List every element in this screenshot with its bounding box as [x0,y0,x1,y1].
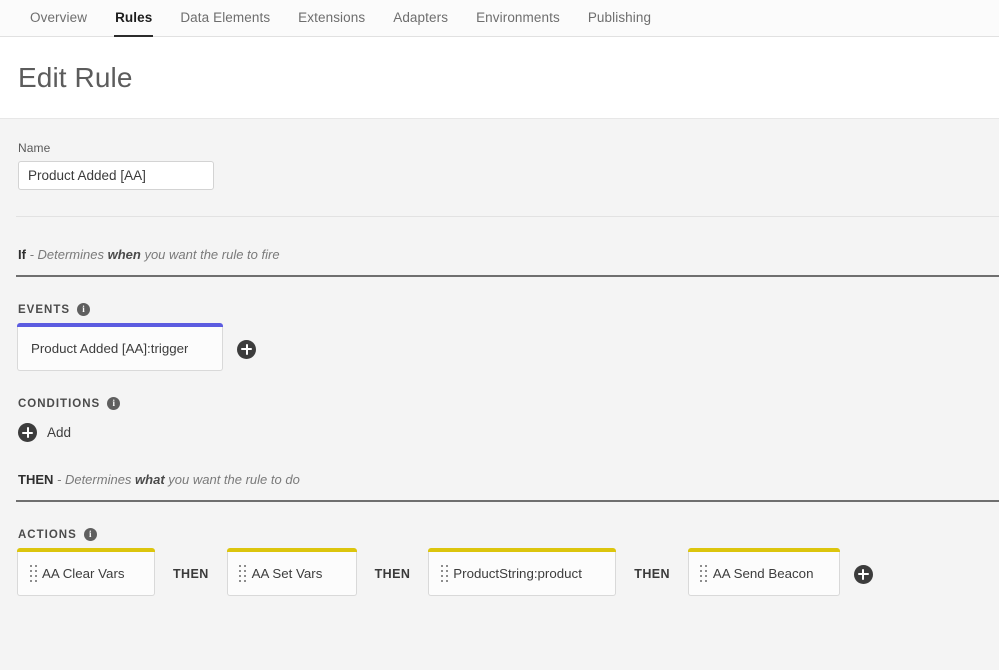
action-card-label: AA Clear Vars [42,566,125,581]
event-card[interactable]: Product Added [AA]:trigger [17,323,223,371]
events-header: EVENTS i [0,277,999,316]
action-card-label: AA Send Beacon [712,566,814,581]
action-card[interactable]: AA Send Beacon [687,548,840,596]
tab-label: Data Elements [180,10,271,25]
then-text-a: Determines [64,472,136,487]
tab-publishing[interactable]: Publishing [574,0,665,28]
then-dash: - [53,472,65,487]
conditions-header: CONDITIONS i [0,371,999,410]
add-condition-label: Add [47,425,72,440]
plus-circle-icon [18,423,37,442]
action-separator: THEN [634,567,670,581]
page-title: Edit Rule [18,61,133,93]
tab-overview[interactable]: Overview [16,0,101,28]
info-icon[interactable]: i [83,528,97,541]
tab-label: Environments [476,10,560,25]
add-condition-button[interactable]: Add [0,410,71,442]
tab-environments[interactable]: Environments [462,0,574,28]
tab-label: Overview [30,10,88,25]
if-emphasis: when [107,247,141,262]
if-text-a: Determines [37,247,108,262]
drag-handle-icon[interactable] [28,562,38,586]
drag-handle-icon[interactable] [699,562,709,586]
tab-extensions[interactable]: Extensions [284,0,379,28]
tab-rules[interactable]: Rules [101,0,166,37]
events-label: EVENTS [18,303,71,316]
actions-label: ACTIONS [18,528,77,541]
tab-data-elements[interactable]: Data Elements [166,0,284,28]
conditions-label: CONDITIONS [18,397,101,410]
actions-header: ACTIONS i [0,502,999,541]
action-card[interactable]: AA Clear Vars [17,548,155,596]
add-action-button[interactable] [853,564,873,584]
then-text-b: you want the rule to do [164,472,300,487]
page-header: Edit Rule [0,37,999,119]
tab-label: Adapters [393,10,449,25]
if-keyword: If [18,247,26,262]
then-section-description: THEN - Determines what you want the rule… [0,442,999,488]
tab-adapters[interactable]: Adapters [379,0,462,28]
action-separator: THEN [374,567,411,581]
name-field-label: Name [18,141,51,155]
tab-label: Extensions [298,10,366,25]
if-dash: - [25,247,38,262]
event-card-label: Product Added [AA]:trigger [31,341,189,356]
tab-label: Rules [115,10,153,25]
action-separator: THEN [173,567,209,581]
tab-label: Publishing [587,10,652,25]
action-card-label: ProductString:product [453,566,582,581]
then-emphasis: what [135,472,165,487]
rule-editor-body: Name If - Determines when you want the r… [0,119,999,596]
drag-handle-icon[interactable] [238,562,248,586]
info-icon[interactable]: i [77,303,91,316]
events-row: Product Added [AA]:trigger [0,323,999,371]
if-section-description: If - Determines when you want the rule t… [0,217,999,263]
action-card-label: AA Set Vars [251,566,323,581]
rule-name-input[interactable] [18,161,214,190]
info-icon[interactable]: i [107,397,121,410]
add-event-button[interactable] [237,339,256,359]
drag-handle-icon[interactable] [439,562,449,586]
action-card[interactable]: ProductString:product [428,548,617,596]
if-text-b: you want the rule to fire [140,247,280,262]
name-field-block: Name [0,119,999,190]
then-keyword: THEN [18,472,54,487]
action-card[interactable]: AA Set Vars [226,548,357,596]
actions-row: AA Clear Vars THEN AA Set Vars THEN Prod… [0,548,999,596]
main-tab-bar: Overview Rules Data Elements Extensions … [0,0,999,37]
